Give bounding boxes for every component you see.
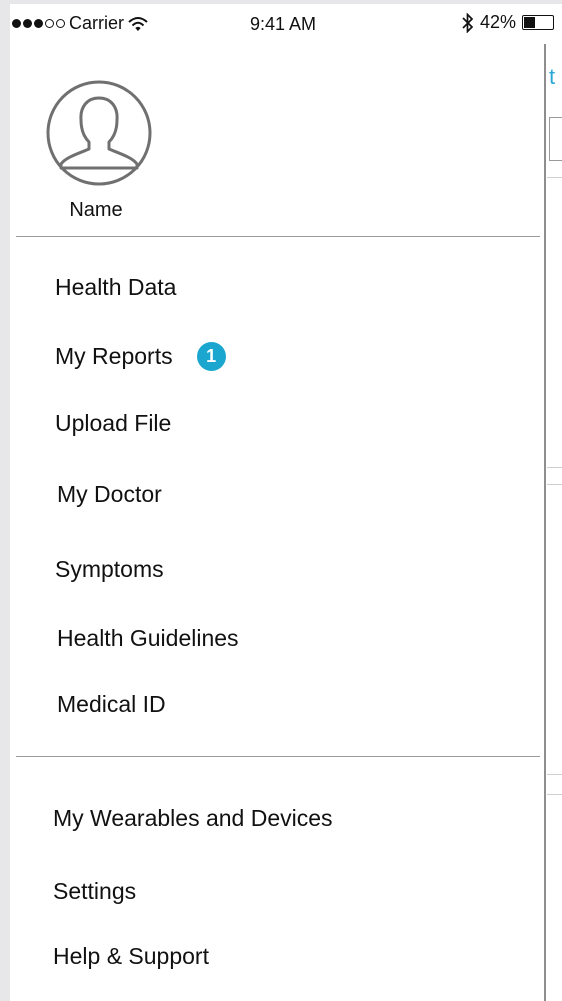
menu-item-label: My Reports	[55, 343, 173, 369]
carrier-group: Carrier	[12, 13, 148, 34]
menu-item-label: Medical ID	[57, 691, 166, 717]
background-divider	[547, 774, 562, 775]
menu-item-help-support[interactable]: Help & Support	[53, 943, 209, 970]
wifi-icon	[128, 16, 148, 31]
background-divider	[547, 467, 562, 468]
menu-divider	[16, 756, 540, 757]
menu-item-health-guidelines[interactable]: Health Guidelines	[57, 625, 239, 652]
carrier-label: Carrier	[69, 13, 125, 33]
bluetooth-icon	[462, 12, 474, 33]
background-divider	[547, 177, 562, 178]
menu-item-medical-id[interactable]: Medical ID	[57, 691, 166, 718]
background-divider	[547, 794, 562, 795]
menu-item-upload-file[interactable]: Upload File	[55, 410, 171, 437]
navigation-drawer: Name Health Data My Reports 1 Upload Fil…	[10, 44, 546, 1001]
menu-item-wearables-devices[interactable]: My Wearables and Devices	[53, 805, 333, 832]
menu-item-my-doctor[interactable]: My Doctor	[57, 481, 162, 508]
background-screen-button-text[interactable]: t	[549, 64, 555, 90]
background-divider	[547, 484, 562, 485]
menu-divider	[16, 236, 540, 237]
menu-item-health-data[interactable]: Health Data	[55, 274, 176, 301]
menu-item-symptoms[interactable]: Symptoms	[55, 556, 164, 583]
notification-badge: 1	[196, 342, 226, 371]
battery-icon	[522, 15, 555, 30]
menu-item-label: My Doctor	[57, 481, 162, 507]
status-bar: Carrier 9:41 AM 42%	[10, 4, 562, 44]
menu-item-label: Upload File	[55, 410, 172, 436]
menu-item-label: Health Guidelines	[57, 625, 239, 651]
battery-percent: 42%	[480, 12, 517, 32]
menu-item-label: Settings	[53, 878, 137, 904]
menu-item-label: Symptoms	[55, 556, 164, 582]
phone-screen: t Carrier 9:41 AM 42% Name Health Data M…	[10, 4, 562, 1001]
background-screen-input[interactable]	[549, 117, 562, 161]
menu-item-label: Health Data	[55, 274, 177, 300]
menu-item-label: Help & Support	[53, 943, 209, 969]
menu-item-label: My Wearables and Devices	[53, 805, 333, 831]
menu-item-my-reports[interactable]: My Reports 1	[55, 342, 226, 371]
profile-name[interactable]: Name	[10, 199, 182, 222]
clock: 9:41 AM	[250, 14, 317, 34]
signal-strength-icon	[12, 19, 65, 28]
status-right-group: 42%	[462, 12, 555, 33]
menu-item-settings[interactable]: Settings	[53, 878, 136, 905]
avatar[interactable]	[46, 80, 152, 186]
